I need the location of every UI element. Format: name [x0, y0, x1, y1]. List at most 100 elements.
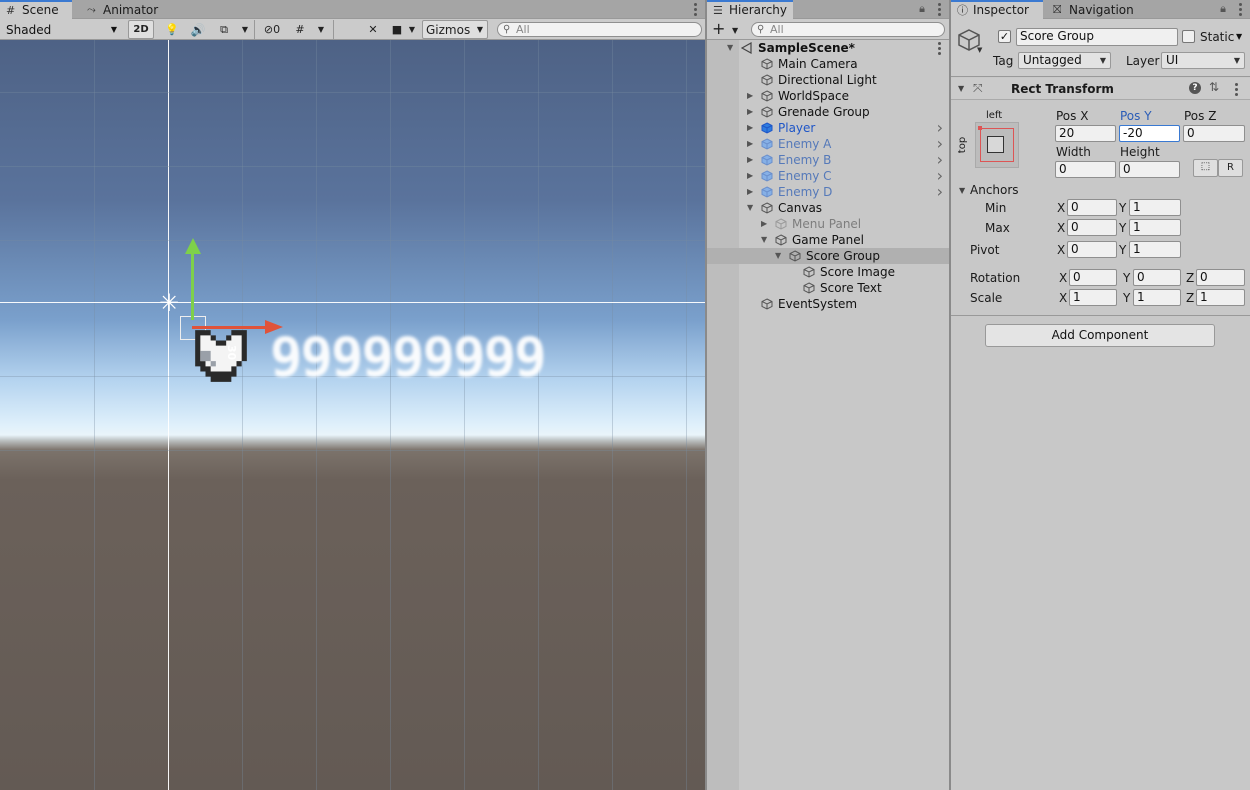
tab-scene[interactable]: # Scene [0, 0, 72, 20]
tab-hierarchy[interactable]: ☰ Hierarchy [707, 0, 793, 20]
anchor-vertical-label: top [957, 136, 969, 154]
tools-icon[interactable]: ✕ [364, 20, 382, 39]
anchors-foldout-icon[interactable]: ▼ [959, 186, 965, 195]
expand-arrow-icon[interactable]: ▼ [747, 200, 753, 216]
pos-x-field[interactable]: 20 [1055, 125, 1116, 142]
blueprint-mode-button[interactable]: ⬚ [1193, 159, 1218, 177]
expand-arrow-icon[interactable]: ▼ [761, 232, 767, 248]
camera-dropdown-icon[interactable]: ▼ [406, 20, 418, 39]
hierarchy-item[interactable]: ▶ Menu Panel [707, 216, 949, 232]
tag-dropdown[interactable]: Untagged ▼ [1018, 52, 1111, 69]
hierarchy-item[interactable]: ▶ Enemy A › [707, 136, 949, 152]
pivot-x-field[interactable]: 0 [1067, 241, 1117, 258]
tab-navigation[interactable]: ⛝ Navigation [1047, 0, 1147, 20]
hierarchy-menu-icon[interactable] [935, 2, 943, 16]
lock-icon[interactable]: 🔒︎ [919, 2, 925, 16]
expand-arrow-icon[interactable]: ▼ [727, 40, 733, 56]
pos-y-field[interactable]: -20 [1119, 125, 1180, 142]
expand-arrow-icon[interactable]: ▼ [775, 248, 781, 264]
shading-mode-dropdown[interactable]: Shaded ▼ [0, 20, 122, 39]
collapse-arrow-icon[interactable]: ▶ [747, 88, 753, 104]
hierarchy-item[interactable]: ▶ Enemy B › [707, 152, 949, 168]
hierarchy-item-label: Menu Panel [792, 217, 862, 231]
max-y-field[interactable]: 1 [1129, 219, 1181, 236]
rot-z-field[interactable]: 0 [1196, 269, 1245, 286]
hierarchy-item[interactable]: ▶ Enemy D › [707, 184, 949, 200]
raw-edit-button[interactable]: R [1218, 159, 1243, 177]
rot-y-field[interactable]: 0 [1133, 269, 1181, 286]
chevron-right-icon[interactable]: › [937, 184, 943, 200]
scene-menu-icon[interactable] [935, 41, 943, 55]
hierarchy-item[interactable]: Score Image [707, 264, 949, 280]
scale-x-field[interactable]: 1 [1069, 289, 1117, 306]
component-title: Rect Transform [1011, 82, 1114, 96]
hierarchy-item-label: Player [778, 121, 816, 135]
grid-dropdown-icon[interactable]: ▼ [314, 20, 328, 39]
static-dropdown-icon[interactable]: ▼ [1236, 32, 1242, 41]
presets-icon[interactable]: ⇅ [1209, 80, 1219, 94]
object-name-field[interactable]: Score Group [1016, 28, 1178, 46]
effects-icon[interactable]: ⧉ [214, 20, 234, 39]
create-button[interactable]: + ▼ [711, 20, 741, 39]
hierarchy-item[interactable]: ▶ WorldSpace [707, 88, 949, 104]
collapse-arrow-icon[interactable]: ▶ [747, 168, 753, 184]
hierarchy-search-input[interactable]: ⚲ All [751, 22, 945, 37]
lock-icon[interactable]: 🔒︎ [1220, 2, 1226, 16]
anchors-label[interactable]: Anchors [970, 182, 1019, 198]
hierarchy-item[interactable]: Score Text [707, 280, 949, 296]
grid-toggle-icon[interactable]: # [290, 20, 310, 39]
scale-z-field[interactable]: 1 [1196, 289, 1245, 306]
scene-search-placeholder: All [516, 23, 530, 36]
rot-x-field[interactable]: 0 [1069, 269, 1117, 286]
component-menu-icon[interactable] [1232, 82, 1240, 96]
scene-visibility-icon[interactable]: ⊘0 [257, 20, 287, 39]
y-axis-handle[interactable] [191, 250, 194, 320]
hierarchy-item[interactable]: ▶ Grenade Group [707, 104, 949, 120]
inspector-menu-icon[interactable] [1236, 2, 1244, 16]
help-icon[interactable]: ? [1189, 82, 1201, 94]
scale-z-axis-label: Z [1186, 291, 1195, 305]
pivot-y-field[interactable]: 1 [1129, 241, 1181, 258]
scene-search-input[interactable]: ⚲ All [497, 22, 702, 37]
collapse-arrow-icon[interactable]: ▶ [761, 216, 767, 232]
camera-icon[interactable]: ■ [388, 20, 406, 39]
audio-icon[interactable]: 🔊 [188, 20, 208, 39]
collapse-arrow-icon[interactable]: ▶ [747, 120, 753, 136]
hierarchy-item[interactable]: Main Camera [707, 56, 949, 72]
tab-inspector[interactable]: ⓘ Inspector [951, 0, 1043, 20]
collapse-arrow-icon[interactable]: ▶ [747, 184, 753, 200]
hierarchy-item[interactable]: ▼ SampleScene* [707, 40, 949, 56]
height-field[interactable]: 0 [1119, 161, 1180, 178]
hierarchy-item[interactable]: ▼ Score Group [707, 248, 949, 264]
hierarchy-item[interactable]: Directional Light [707, 72, 949, 88]
scale-y-field[interactable]: 1 [1133, 289, 1181, 306]
max-x-field[interactable]: 0 [1067, 219, 1117, 236]
hierarchy-item[interactable]: EventSystem [707, 296, 949, 312]
collapse-arrow-icon[interactable]: ▶ [747, 104, 753, 120]
add-component-button[interactable]: Add Component [985, 324, 1215, 347]
pivot-gizmo-icon[interactable]: ✳ [156, 291, 182, 317]
active-checkbox[interactable]: ✓ [998, 30, 1011, 43]
collapse-arrow-icon[interactable]: ▶ [747, 136, 753, 152]
tab-animator[interactable]: ⤳ Animator [81, 0, 161, 20]
pos-z-field[interactable]: 0 [1183, 125, 1245, 142]
toggle-2d-button[interactable]: 2D [128, 20, 154, 39]
static-checkbox[interactable] [1182, 30, 1195, 43]
min-x-field[interactable]: 0 [1067, 199, 1117, 216]
layer-dropdown[interactable]: UI ▼ [1161, 52, 1245, 69]
effects-dropdown-icon[interactable]: ▼ [238, 20, 252, 39]
hierarchy-item[interactable]: ▶ Enemy C › [707, 168, 949, 184]
hierarchy-item[interactable]: ▼ Canvas [707, 200, 949, 216]
foldout-icon[interactable]: ▼ [958, 84, 964, 93]
hierarchy-item[interactable]: ▶ Player › [707, 120, 949, 136]
scene-menu-icon[interactable] [691, 2, 699, 16]
gizmos-dropdown[interactable]: Gizmos ▼ [422, 20, 488, 39]
chevron-down-icon[interactable]: ▼ [977, 46, 982, 54]
min-y-field[interactable]: 1 [1129, 199, 1181, 216]
collapse-arrow-icon[interactable]: ▶ [747, 152, 753, 168]
anchor-preset-button[interactable] [975, 122, 1019, 168]
width-field[interactable]: 0 [1055, 161, 1116, 178]
scene-viewport[interactable]: ✳ 30 999999999 [0, 40, 705, 790]
hierarchy-item[interactable]: ▼ Game Panel [707, 232, 949, 248]
lighting-icon[interactable]: 💡 [162, 20, 182, 39]
